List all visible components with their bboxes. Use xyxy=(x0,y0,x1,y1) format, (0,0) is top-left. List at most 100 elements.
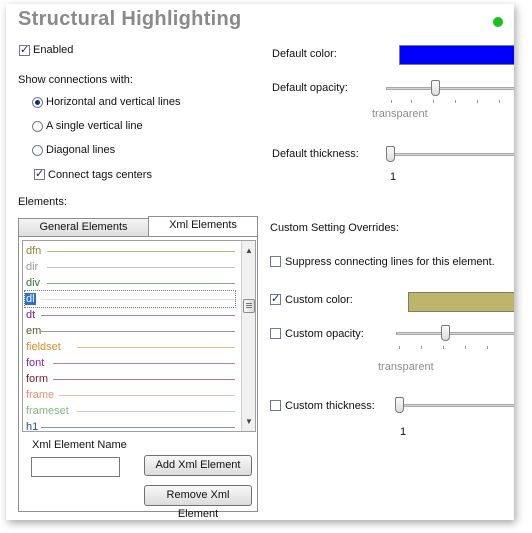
radio-horizontal-vertical-label: Horizontal and vertical lines xyxy=(46,96,181,108)
remove-xml-element-button[interactable]: Remove Xml Element xyxy=(144,485,252,520)
list-item-label: dir xyxy=(26,261,39,273)
radio-diagonal-label: Diagonal lines xyxy=(46,144,116,156)
list-item[interactable]: dt xyxy=(25,307,235,323)
list-item[interactable]: frameset xyxy=(25,403,235,419)
default-opacity-thumb[interactable] xyxy=(431,80,440,96)
tab-general-elements-label: General Elements xyxy=(39,221,128,233)
page-title: Structural Highlighting xyxy=(18,8,242,30)
default-thickness-label: Default thickness: xyxy=(272,148,359,160)
list-item-label: frameset xyxy=(26,405,69,417)
list-item-line xyxy=(47,267,235,268)
custom-opacity-checkbox[interactable] xyxy=(270,328,281,339)
list-item-line xyxy=(59,395,235,396)
settings-panel: Structural Highlighting Enabled Show con… xyxy=(6,4,514,520)
enabled-label: Enabled xyxy=(33,44,74,56)
tick xyxy=(433,100,434,103)
list-item-line xyxy=(41,331,235,332)
scroll-thumb[interactable] xyxy=(243,299,255,313)
list-item[interactable]: dir xyxy=(25,259,235,275)
list-item[interactable]: em xyxy=(25,323,235,339)
list-item-label: em xyxy=(26,325,42,337)
elements-label: Elements: xyxy=(18,196,67,208)
xml-element-name-label: Xml Element Name xyxy=(32,439,127,451)
list-item-label: frame xyxy=(26,389,55,401)
list-item[interactable]: frame xyxy=(25,387,235,403)
default-opacity-slider[interactable] xyxy=(386,87,514,90)
tick xyxy=(399,346,400,349)
list-item-label: font xyxy=(26,357,45,369)
custom-thickness-label: Custom thickness: xyxy=(285,400,375,412)
list-item[interactable]: dl xyxy=(24,290,236,308)
default-thickness-thumb[interactable] xyxy=(386,146,395,162)
overrides-title: Custom Setting Overrides: xyxy=(270,222,399,234)
tick xyxy=(421,346,422,349)
show-connections-label: Show connections with: xyxy=(18,74,133,86)
custom-color-swatch[interactable] xyxy=(408,292,514,312)
list-item-label: dt xyxy=(26,309,36,321)
list-item-line xyxy=(41,299,235,300)
tick xyxy=(465,346,466,349)
list-item-label: h1 xyxy=(26,421,39,432)
list-item-label: dfn xyxy=(26,245,42,257)
custom-thickness-slider[interactable] xyxy=(398,404,514,407)
elements-list[interactable]: dfn dir div dl dt em fieldset font form frame fram… xyxy=(22,240,256,432)
list-item[interactable]: fieldset xyxy=(25,339,235,355)
custom-opacity-slider[interactable] xyxy=(396,332,514,335)
status-indicator-icon xyxy=(493,17,503,27)
connect-centers-checkbox[interactable] xyxy=(34,167,45,180)
list-item-label: div xyxy=(26,277,41,289)
custom-thickness-checkbox[interactable] xyxy=(270,400,281,411)
radio-diagonal[interactable] xyxy=(32,145,43,156)
scroll-up-icon[interactable]: ▲ xyxy=(245,246,253,255)
list-item[interactable]: form xyxy=(25,371,235,387)
custom-opacity-thumb[interactable] xyxy=(441,325,450,341)
list-item-label: fieldset xyxy=(26,341,61,353)
connect-centers-label: Connect tags centers xyxy=(48,169,152,181)
add-xml-element-button[interactable]: Add Xml Element xyxy=(144,455,252,476)
enabled-checkbox[interactable] xyxy=(19,43,30,56)
list-item-line xyxy=(77,347,235,348)
tick xyxy=(455,100,456,103)
default-thickness-slider[interactable] xyxy=(388,153,514,156)
scroll-down-icon[interactable]: ▼ xyxy=(245,417,253,426)
list-item[interactable]: dfn xyxy=(25,243,235,259)
tab-xml-elements-label: Xml Elements xyxy=(169,219,237,231)
default-thickness-value: 1 xyxy=(390,171,397,183)
xml-element-name-input[interactable] xyxy=(31,457,120,477)
default-opacity-note: transparent xyxy=(372,108,428,120)
radio-single-vertical-label: A single vertical line xyxy=(46,120,143,132)
custom-thickness-thumb[interactable] xyxy=(395,397,404,413)
radio-single-vertical[interactable] xyxy=(32,121,43,132)
tab-general-elements[interactable]: General Elements xyxy=(18,218,149,237)
custom-thickness-value: 1 xyxy=(400,426,407,438)
custom-color-checkbox[interactable] xyxy=(270,292,281,305)
suppress-checkbox[interactable] xyxy=(270,256,281,267)
suppress-label: Suppress connecting lines for this eleme… xyxy=(285,256,495,268)
list-item-line xyxy=(53,363,235,364)
list-item-label: form xyxy=(26,373,48,385)
tick xyxy=(391,100,392,103)
list-item[interactable]: font xyxy=(25,355,235,371)
tick xyxy=(477,100,478,103)
custom-opacity-note: transparent xyxy=(378,361,434,373)
custom-opacity-label: Custom opacity: xyxy=(285,328,364,340)
custom-color-label: Custom color: xyxy=(285,294,353,306)
default-color-swatch[interactable] xyxy=(399,45,514,65)
list-item-line xyxy=(41,427,235,428)
list-scrollbar[interactable]: ▲ ▼ xyxy=(241,241,255,431)
tab-xml-elements[interactable]: Xml Elements xyxy=(148,216,258,236)
list-item-label: dl xyxy=(25,293,36,305)
tick xyxy=(499,100,500,103)
list-item-line xyxy=(41,315,235,316)
tick xyxy=(411,100,412,103)
list-item[interactable]: h1 xyxy=(25,419,235,432)
list-item-line xyxy=(47,283,235,284)
list-item-line xyxy=(53,379,235,380)
default-opacity-label: Default opacity: xyxy=(272,82,348,94)
list-item[interactable]: div xyxy=(25,275,235,291)
radio-horizontal-vertical[interactable] xyxy=(32,97,43,108)
tick xyxy=(487,346,488,349)
list-item-line xyxy=(77,411,235,412)
list-item-line xyxy=(47,251,235,252)
default-color-label: Default color: xyxy=(272,48,337,60)
